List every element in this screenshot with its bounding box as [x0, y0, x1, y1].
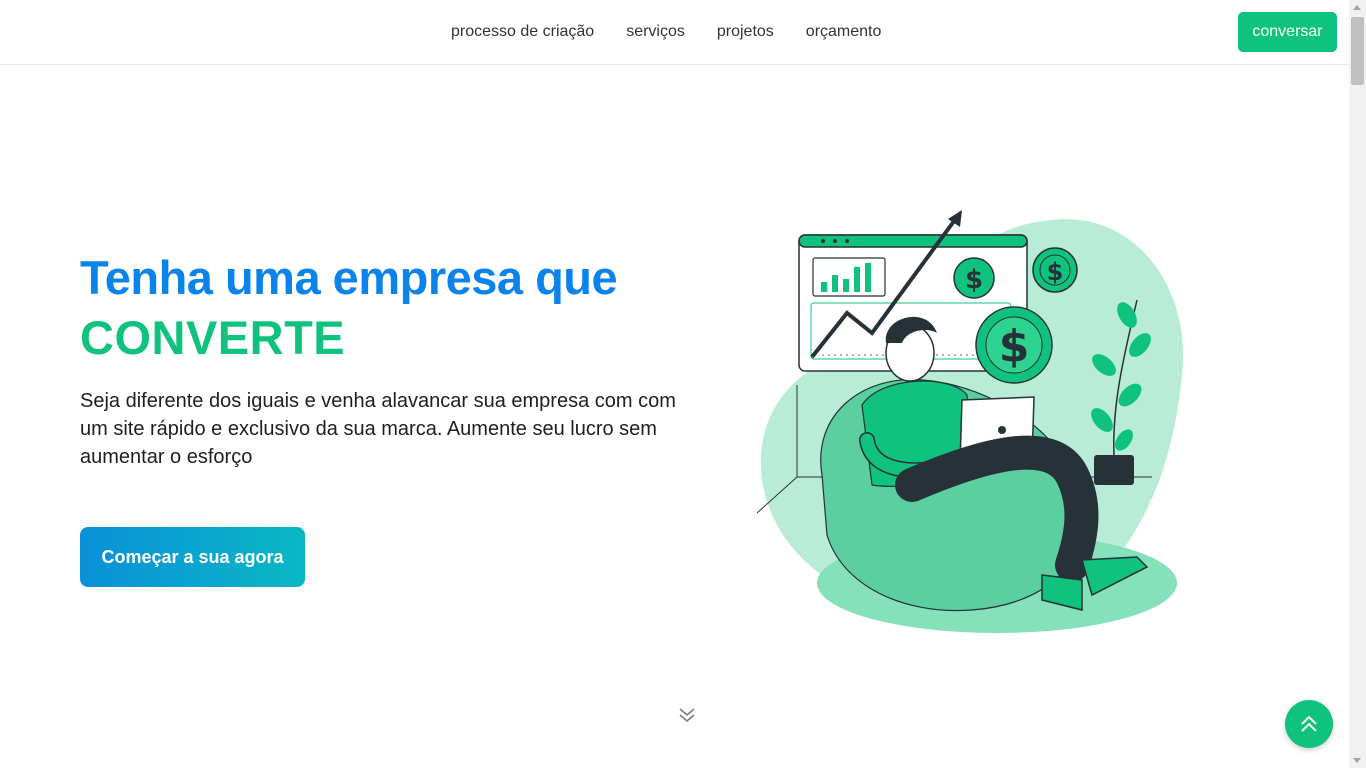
top-navbar: processo de criação serviços projetos or… — [0, 0, 1349, 65]
hero-title: Tenha uma empresa que CONVERTE — [80, 248, 618, 368]
page-scrollbar[interactable] — [1349, 0, 1366, 768]
start-now-button[interactable]: Começar a sua agora — [80, 527, 305, 587]
svg-text:$: $ — [999, 321, 1030, 372]
nav-link-processo[interactable]: processo de criação — [451, 23, 594, 41]
hero-illustration: $ $ $ — [756, 210, 1184, 633]
svg-text:$: $ — [965, 265, 983, 295]
nav-link-projetos[interactable]: projetos — [717, 23, 774, 41]
double-chevron-down-icon[interactable] — [677, 705, 697, 725]
conversar-button[interactable]: conversar — [1238, 12, 1337, 52]
scroll-down-arrow-icon[interactable] — [1353, 758, 1361, 763]
svg-text:$: $ — [1047, 258, 1064, 286]
hero-description: Seja diferente dos iguais e venha alavan… — [80, 390, 676, 468]
hero-title-line1: Tenha uma empresa que — [80, 251, 618, 304]
double-chevron-up-icon — [1301, 715, 1317, 732]
scroll-thumb[interactable] — [1351, 17, 1364, 85]
nav-link-servicos[interactable]: serviços — [626, 23, 685, 41]
nav-links: processo de criação serviços projetos or… — [451, 0, 881, 64]
scroll-up-arrow-icon[interactable] — [1353, 5, 1361, 10]
nav-link-orcamento[interactable]: orçamento — [806, 23, 882, 41]
back-to-top-button[interactable] — [1285, 700, 1333, 748]
hero-title-highlight: CONVERTE — [80, 311, 346, 364]
